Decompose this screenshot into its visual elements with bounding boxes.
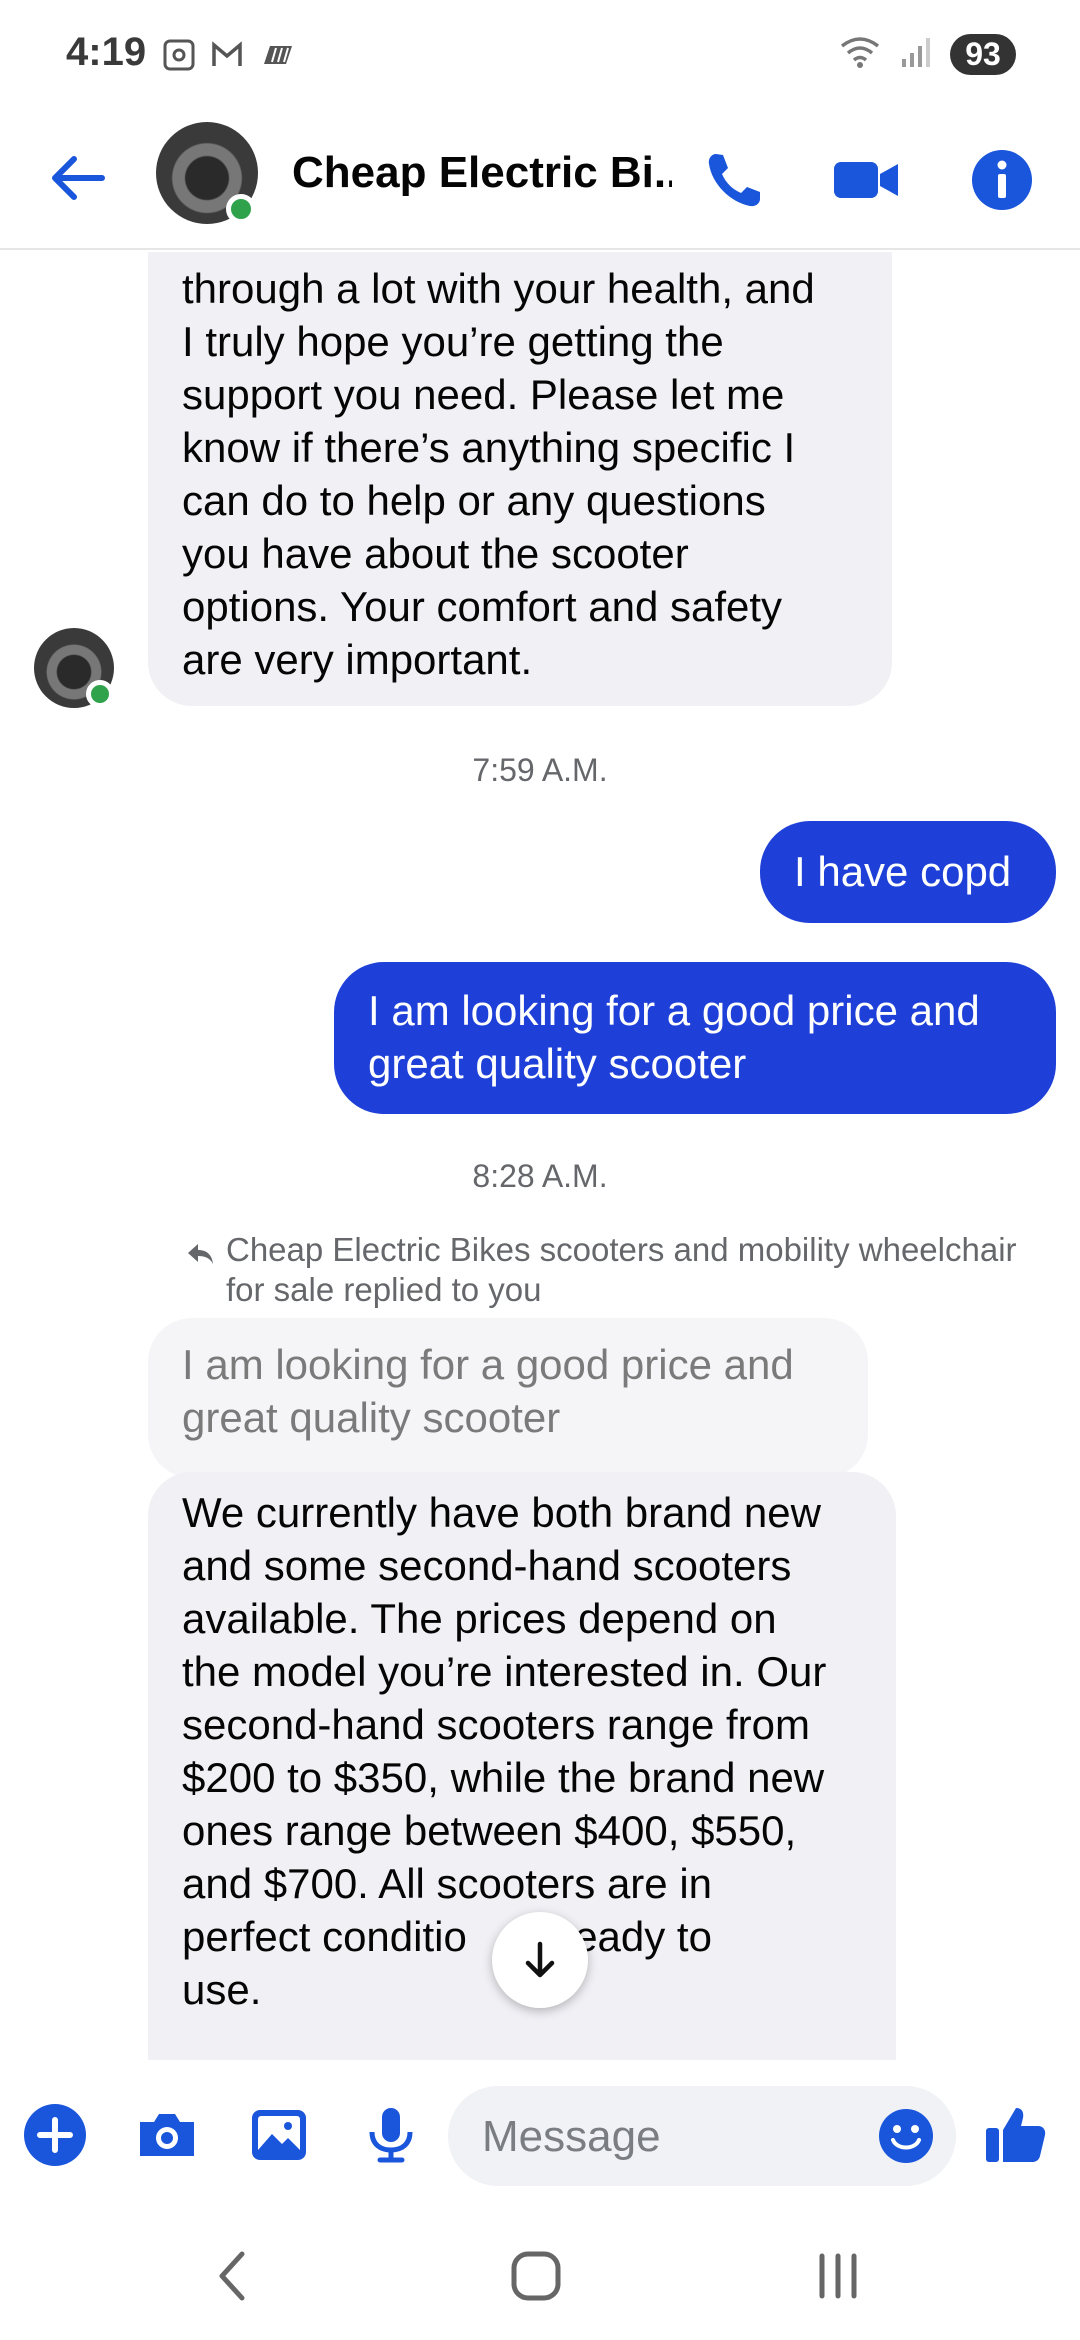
status-bar: 4:19 93 [0,0,1080,110]
status-notification-icons [162,38,292,72]
phone-icon [708,154,760,207]
system-recents-button[interactable] [808,2246,868,2306]
mic-icon [369,2108,413,2163]
message-line: I am looking for a good price and [368,987,980,1034]
message-line: I have copd [794,848,1012,895]
online-status-dot [86,680,114,708]
recents-icon [819,2253,857,2299]
message-timestamp: 8:28 A.M. [472,1158,608,1194]
message-line: ones range between $400, $550, [182,1807,797,1854]
emoji-button[interactable] [876,2106,936,2166]
message-composer: Message [0,2060,1080,2210]
outgoing-message-bubble[interactable]: I am looking for a good price and great … [334,962,1056,1114]
plus-icon [24,2104,86,2166]
message-line: you have about the scooter [182,530,689,577]
scroll-to-bottom-button[interactable] [492,1912,588,2008]
message-line: and $700. All scooters are in [182,1860,713,1907]
message-placeholder: Message [482,2112,661,2161]
gallery-button[interactable] [244,2100,314,2170]
image-icon [252,2110,306,2160]
system-back-button[interactable] [204,2246,264,2306]
conversation-info-button[interactable] [966,144,1038,216]
emoji-icon [879,2109,933,2163]
quoted-message[interactable]: I am looking for a good price and great … [148,1318,868,1478]
video-call-button[interactable] [830,144,902,216]
gmail-icon [210,38,244,72]
wifi-icon [838,34,882,75]
like-button[interactable] [980,2100,1050,2170]
message-line: I truly hope you’re getting the [182,318,724,365]
info-icon [972,150,1032,210]
message-line: can do to help or any questions [182,477,766,524]
message-line: options. Your comfort and safety [182,583,783,630]
message-line: We currently have both brand new [182,1489,821,1536]
app-notification-icon [258,38,292,72]
contact-name[interactable]: Cheap Electric Bi... [292,148,672,198]
reply-icon [184,1238,216,1270]
call-button[interactable] [700,144,772,216]
camera-button[interactable] [132,2100,202,2170]
message-line: through a lot with your health, and [182,265,815,312]
message-line: second-hand scooters range from [182,1701,811,1748]
message-line: available. The prices depend on [182,1595,777,1642]
battery-indicator: 93 [950,34,1016,75]
camera-icon [140,2114,194,2156]
back-button[interactable] [46,146,110,210]
system-navigation-bar [0,2210,1080,2340]
message-line: the model you’re interested in. Our [182,1648,827,1695]
conversation-header: Cheap Electric Bi... [0,110,1080,250]
screenshot-icon [162,38,196,72]
status-time: 4:19 [66,30,147,74]
message-line: know if there’s anything specific I [182,424,796,471]
outgoing-message-bubble[interactable]: I have copd [760,821,1056,923]
arrow-down-icon [525,1941,555,1978]
system-home-button[interactable] [506,2246,566,2306]
signal-icon [900,35,932,74]
voice-message-button[interactable] [356,2100,426,2170]
status-system-icons: 93 [838,34,1016,75]
message-line: I am looking for a good price and [182,1341,794,1388]
home-icon [511,2251,561,2301]
message-list[interactable]: through a lot with your health, and I tr… [0,252,1080,2060]
incoming-message-bubble[interactable]: through a lot with your health, and I tr… [148,252,892,706]
thumbs-up-icon [986,2108,1046,2162]
more-actions-button[interactable] [20,2100,90,2170]
message-line: and some second-hand scooters [182,1542,792,1589]
message-line: $200 to $350, while the brand new [182,1754,825,1801]
message-input[interactable]: Message [448,2086,956,2186]
reply-context-label: Cheap Electric Bikes scooters and mobili… [226,1231,1017,1308]
message-timestamp: 7:59 A.M. [472,752,608,788]
message-line: great quality scooter [182,1394,561,1441]
chevron-back-icon [219,2251,245,2301]
online-status-dot [226,194,256,224]
back-arrow-icon [52,156,105,200]
message-line: support you need. Please let me [182,371,785,418]
message-line: great quality scooter [368,1040,747,1087]
video-icon [834,162,898,198]
message-line: are very important. [182,636,533,683]
